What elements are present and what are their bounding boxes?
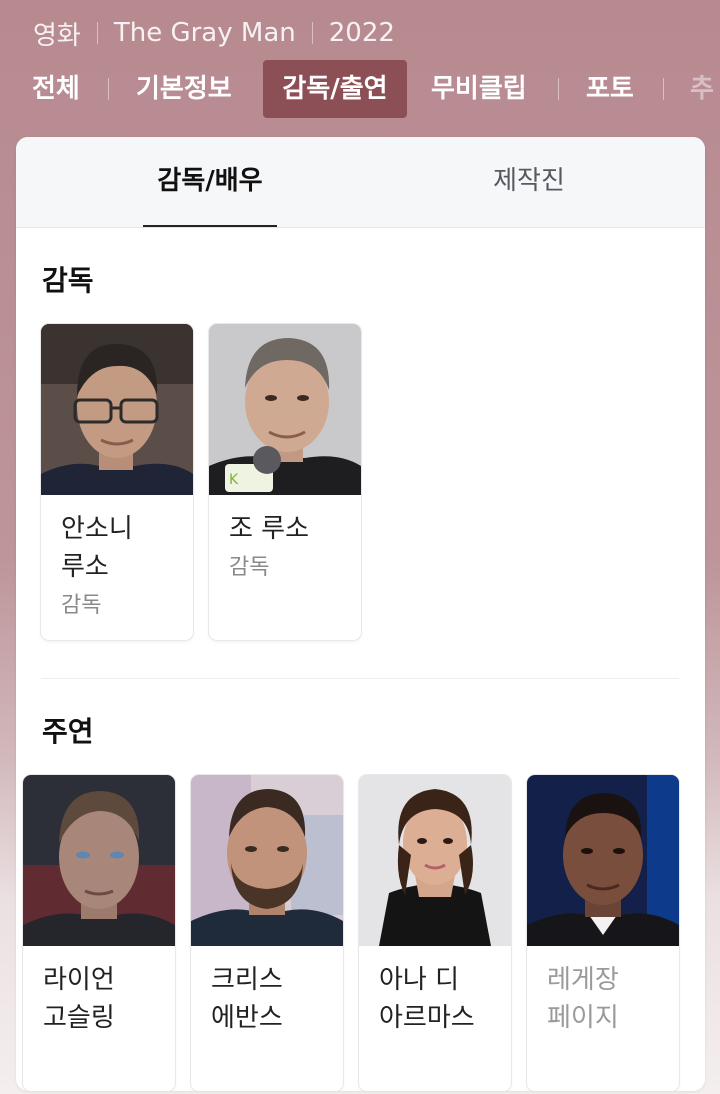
cast-card[interactable]: 라이언 고슬링	[23, 775, 175, 1091]
subtab-directors-actors[interactable]: 감독/배우	[143, 137, 277, 227]
person-photo	[41, 324, 193, 495]
person-name: 아나 디 아르마스	[379, 965, 475, 1033]
person-photo	[359, 775, 511, 946]
director-name: 조 루소	[229, 514, 310, 544]
nav-tab-basic-info[interactable]: 기본정보	[136, 60, 232, 118]
cast-card[interactable]: 레게장 페이지	[527, 775, 679, 1091]
cast-card[interactable]: 크리스 에반스	[191, 775, 343, 1091]
director-role: 감독	[229, 555, 270, 580]
director-card[interactable]: K 조 루소 감독	[209, 324, 361, 640]
person-photo	[527, 775, 679, 946]
nav-tab-overview[interactable]: 전체	[32, 60, 80, 118]
section-title-directors: 감독	[42, 264, 94, 297]
director-card[interactable]: 안소니 루소 감독	[41, 324, 193, 640]
breadcrumb-category[interactable]: 영화	[33, 15, 81, 52]
nav-tab-more[interactable]: 추	[690, 60, 714, 118]
director-name: 안소니 루소	[61, 514, 133, 582]
subtab-bar: 감독/배우 제작진	[16, 137, 705, 228]
person-name: 안소니 루소 감독	[61, 510, 179, 626]
subtab-production-crew[interactable]: 제작진	[462, 137, 596, 227]
svg-text:K: K	[229, 472, 239, 488]
nav-divider	[663, 78, 664, 100]
breadcrumb-divider	[311, 22, 313, 44]
section-divider	[41, 678, 679, 679]
person-photo	[23, 775, 175, 946]
nav-divider	[108, 78, 109, 100]
person-name: 크리스 에반스	[211, 965, 283, 1033]
nav-tab-cast-crew[interactable]: 감독/출연	[263, 60, 407, 118]
nav-tab-photos[interactable]: 포토	[586, 60, 634, 118]
breadcrumb: 영화 The Gray Man 2022	[33, 12, 395, 54]
section-title-cast: 주연	[42, 715, 94, 748]
top-nav: 전체 기본정보 감독/출연 무비클립 포토 추	[0, 60, 720, 118]
cast-card[interactable]: 아나 디 아르마스	[359, 775, 511, 1091]
nav-divider	[558, 78, 559, 100]
person-photo: K	[209, 324, 361, 495]
breadcrumb-title[interactable]: The Gray Man	[114, 18, 296, 48]
person-name: 조 루소 감독	[229, 510, 347, 588]
person-name: 라이언 고슬링	[43, 965, 115, 1033]
breadcrumb-year[interactable]: 2022	[329, 18, 395, 48]
director-role: 감독	[61, 593, 102, 618]
person-name: 레게장 페이지	[547, 965, 619, 1033]
cast-crew-panel: 감독/배우 제작진 감독 안소니 루소 감독 K 조 루소 감독 주연 라이언 …	[16, 137, 705, 1091]
nav-tab-movie-clips[interactable]: 무비클립	[431, 60, 527, 118]
breadcrumb-divider	[96, 22, 98, 44]
person-photo	[191, 775, 343, 946]
